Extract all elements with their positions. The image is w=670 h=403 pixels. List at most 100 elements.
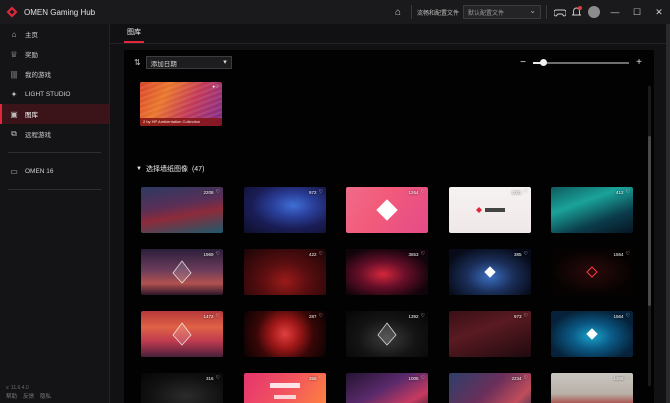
wallpaper-stats: 1358 ♡: [614, 375, 631, 381]
wallpaper-stats: 356 ♡: [309, 375, 323, 381]
tab-bar: 图库: [110, 24, 670, 44]
favorite-heart-icon[interactable]: ♡: [319, 313, 323, 319]
sidebar-item-home[interactable]: ⌂ 主页: [0, 24, 109, 44]
sidebar-item-label: LIGHT STUDIO: [25, 90, 71, 98]
sort-controls: ⇅ 添加日期: [134, 56, 232, 69]
wallpaper-thumbnail[interactable]: 1392 ♡: [346, 311, 428, 357]
zoom-in-icon[interactable]: +: [634, 57, 644, 68]
favorite-heart-icon[interactable]: ♡: [524, 251, 528, 257]
wallpaper-thumbnail[interactable]: 1005 ♡: [346, 373, 428, 403]
wallpaper-thumbnail[interactable]: 356 ♡: [244, 373, 326, 403]
laptop-icon: ▭: [10, 166, 18, 176]
zoom-slider-thumb[interactable]: [539, 58, 547, 66]
wallpaper-thumbnail[interactable]: 412 ♡: [551, 187, 633, 233]
home-icon[interactable]: ⌂: [390, 4, 406, 20]
favorite-heart-icon[interactable]: ♡: [421, 313, 425, 319]
wallpaper-thumbnail[interactable]: 1358 ♡: [551, 373, 633, 403]
wallpaper-thumbnail[interactable]: 1564 ♡: [551, 311, 633, 357]
wallpaper-thumbnail[interactable]: 972 ♡: [244, 187, 326, 233]
favorite-heart-icon[interactable]: ♡: [216, 313, 220, 319]
title-bar-controls: ⌂ 流畅和配置文件 默认配置文件 — ☐ ✕: [390, 0, 670, 24]
sort-select[interactable]: 添加日期: [145, 56, 232, 69]
wallpaper-thumbnail[interactable]: 385 ♡: [449, 249, 531, 295]
wallpaper-thumbnail[interactable]: 1472 ♡: [141, 311, 223, 357]
section-title: 选择墙纸图像: [145, 166, 188, 173]
wallpaper-thumbnail[interactable]: 3653 ♡: [346, 249, 428, 295]
avatar-icon[interactable]: [588, 6, 600, 18]
sidebar-item-label: 奖励: [25, 52, 38, 59]
wallpaper-thumbnail[interactable]: 422 ♡: [244, 249, 326, 295]
privacy-link[interactable]: 隐私: [40, 392, 51, 400]
notification-dot: [578, 6, 582, 10]
scrollbar-thumb[interactable]: [648, 136, 651, 306]
sidebar-item-gallery[interactable]: ▣ 图库: [0, 104, 109, 124]
library-icon: |||: [10, 69, 18, 79]
sidebar-item-rewards[interactable]: ♕ 奖励: [0, 44, 109, 64]
wallpaper-stats: 2208 ♡: [204, 189, 221, 195]
featured-caption: 2 by HP Ambientation Collection: [140, 118, 222, 126]
download-count: 1472: [203, 313, 214, 319]
favorite-heart-icon[interactable]: ♡: [626, 313, 630, 319]
profile-settings-label: 流畅和配置文件: [416, 10, 459, 17]
download-count: 2208: [203, 189, 214, 195]
favorite-heart-icon[interactable]: ♡: [524, 375, 528, 381]
light-studio-icon: ✦: [10, 89, 18, 99]
profile-select[interactable]: 默认配置文件: [463, 5, 541, 19]
sidebar: ⌂ 主页 ♕ 奖励 ||| 我的游戏 ✦ LIGHT STUDIO ▣ 图库 ⧉…: [0, 24, 110, 403]
scrollbar[interactable]: [648, 86, 651, 386]
favorite-heart-icon[interactable]: ♡: [216, 189, 220, 195]
help-link[interactable]: 帮助: [6, 392, 17, 400]
favorite-heart-icon[interactable]: ♡: [524, 313, 528, 319]
wallpaper-stats: 1005 ♡: [409, 375, 426, 381]
sidebar-item-light-studio[interactable]: ✦ LIGHT STUDIO: [0, 84, 109, 104]
favorite-heart-icon[interactable]: ♡: [626, 189, 630, 195]
favorite-heart-icon[interactable]: ♡: [216, 375, 220, 381]
sidebar-item-remote-play[interactable]: ⧉ 远程游戏: [0, 124, 109, 144]
sort-order-icon[interactable]: ⇅: [134, 58, 141, 67]
feedback-link[interactable]: 反馈: [23, 392, 34, 400]
favorite-heart-icon[interactable]: ♡: [319, 251, 323, 257]
wallpaper-stats: 3653 ♡: [409, 251, 426, 257]
wallpaper-stats: 973 ♡: [514, 313, 528, 319]
favorite-heart-icon[interactable]: ♡: [626, 375, 630, 381]
favorite-heart-icon[interactable]: ♡: [626, 251, 630, 257]
divider: [410, 5, 412, 19]
download-count: 316: [206, 375, 214, 381]
favorite-heart-icon[interactable]: ♡: [524, 189, 528, 195]
wallpaper-stats: 1001 ♡: [512, 189, 529, 195]
wallpaper-stats: 1264 ♡: [409, 189, 426, 195]
zoom-slider[interactable]: [533, 58, 629, 66]
download-count: 1564: [613, 313, 624, 319]
wallpaper-thumbnail[interactable]: 1969 ♡: [141, 249, 223, 295]
wallpaper-thumbnail[interactable]: 1001 ♡: [449, 187, 531, 233]
download-count: 2234: [511, 375, 522, 381]
close-icon[interactable]: ✕: [648, 0, 670, 24]
maximize-icon[interactable]: ☐: [626, 0, 648, 24]
controller-icon[interactable]: [552, 4, 568, 20]
sidebar-item-my-games[interactable]: ||| 我的游戏: [0, 64, 109, 84]
favorite-heart-icon[interactable]: ♡: [421, 375, 425, 381]
favorite-heart-icon[interactable]: ♡: [421, 189, 425, 195]
version-label: v. 11.6.4.0: [6, 385, 29, 391]
download-count: 1005: [408, 375, 419, 381]
section-header[interactable]: ▼ 选择墙纸图像 (47): [136, 164, 204, 174]
wallpaper-thumbnail[interactable]: 973 ♡: [449, 311, 531, 357]
wallpaper-thumbnail[interactable]: 1564 ♡: [551, 249, 633, 295]
zoom-out-icon[interactable]: −: [518, 57, 528, 68]
wallpaper-thumbnail[interactable]: 316 ♡: [141, 373, 223, 403]
favorite-heart-icon[interactable]: ♡: [319, 375, 323, 381]
featured-wallpaper[interactable]: ●♡ 2 by HP Ambientation Collection: [140, 82, 222, 126]
wallpaper-thumbnail[interactable]: 2208 ♡: [141, 187, 223, 233]
wallpaper-thumbnail[interactable]: 287 ♡: [244, 311, 326, 357]
wallpaper-thumbnail[interactable]: 1264 ♡: [346, 187, 428, 233]
favorite-heart-icon[interactable]: ♡: [421, 251, 425, 257]
tab-gallery[interactable]: 图库: [124, 27, 144, 43]
wallpaper-thumbnail[interactable]: 2234 ♡: [449, 373, 531, 403]
favorite-heart-icon[interactable]: ♡: [216, 251, 220, 257]
favorite-heart-icon[interactable]: ♡: [319, 189, 323, 195]
zoom-control: − +: [518, 56, 644, 69]
sidebar-item-device[interactable]: ▭ OMEN 16: [0, 161, 109, 181]
wallpaper-stats: 1472 ♡: [204, 313, 221, 319]
bell-icon[interactable]: [568, 4, 584, 20]
minimize-icon[interactable]: —: [604, 0, 626, 24]
